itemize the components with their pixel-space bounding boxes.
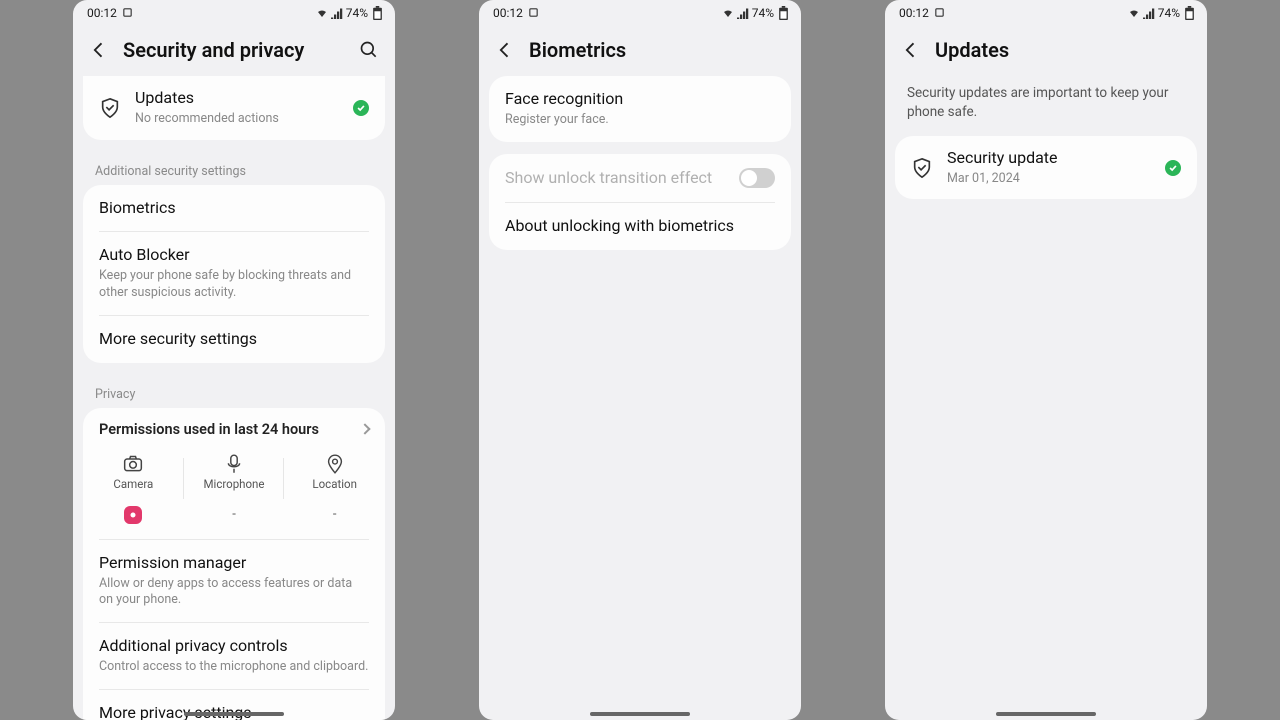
notification-icon <box>122 7 134 19</box>
additional-privacy-sub: Control access to the microphone and cli… <box>99 659 369 676</box>
page-title: Security and privacy <box>123 38 345 62</box>
search-button[interactable] <box>357 38 381 62</box>
signal-icon <box>737 7 749 19</box>
signal-icon <box>331 7 343 19</box>
auto-blocker-title: Auto Blocker <box>99 245 369 266</box>
wifi-icon <box>1128 7 1140 19</box>
biometrics-label: Biometrics <box>99 198 369 219</box>
page-title: Updates <box>935 38 1193 62</box>
permission-manager-sub: Allow or deny apps to access features or… <box>99 576 369 610</box>
security-card: Biometrics Auto Blocker Keep your phone … <box>83 185 385 363</box>
phone-updates: 00:12 74% Updates Security updates are i… <box>885 0 1207 720</box>
clock: 00:12 <box>899 6 929 20</box>
battery-text: 74% <box>346 6 368 20</box>
unlock-effect-label: Show unlock transition effect <box>505 168 712 189</box>
microphone-icon <box>184 454 285 474</box>
signal-icon <box>1143 7 1155 19</box>
perm-app-microphone: - <box>184 505 285 525</box>
biometrics-row[interactable]: Biometrics <box>83 185 385 232</box>
back-button[interactable] <box>899 38 923 62</box>
security-update-card: Security update Mar 01, 2024 <box>895 136 1197 200</box>
updates-row[interactable]: Updates No recommended actions <box>83 76 385 140</box>
shield-icon <box>911 157 933 179</box>
phone-security-privacy: 00:12 74% Security and privacy Updates N… <box>73 0 395 720</box>
auto-blocker-row[interactable]: Auto Blocker Keep your phone safe by blo… <box>83 232 385 315</box>
battery-icon <box>777 7 789 19</box>
battery-icon <box>371 7 383 19</box>
updates-sub: No recommended actions <box>135 111 339 128</box>
auto-blocker-sub: Keep your phone safe by blocking threats… <box>99 268 369 302</box>
unlock-effect-row: Show unlock transition effect <box>489 154 791 203</box>
status-bar: 00:12 74% <box>73 0 395 22</box>
back-button[interactable] <box>87 38 111 62</box>
header: Updates <box>885 22 1207 76</box>
status-bar: 00:12 74% <box>885 0 1207 22</box>
face-recognition-title: Face recognition <box>505 89 775 110</box>
perm-col-microphone[interactable]: Microphone - <box>184 454 285 525</box>
updates-card: Updates No recommended actions <box>83 76 385 140</box>
page-title: Biometrics <box>529 38 787 62</box>
updates-description: Security updates are important to keep y… <box>885 76 1207 136</box>
battery-text: 74% <box>752 6 774 20</box>
additional-privacy-title: Additional privacy controls <box>99 636 369 657</box>
status-bar: 00:12 74% <box>479 0 801 22</box>
face-recognition-sub: Register your face. <box>505 112 775 129</box>
phone-biometrics: 00:12 74% Biometrics Face recognition Re… <box>479 0 801 720</box>
perm-col-camera[interactable]: Camera <box>83 454 184 525</box>
back-button[interactable] <box>493 38 517 62</box>
chevron-right-icon <box>359 424 370 435</box>
permissions-header[interactable]: Permissions used in last 24 hours <box>83 408 385 446</box>
privacy-card: Permissions used in last 24 hours Camera… <box>83 408 385 720</box>
perm-app-location: - <box>284 505 385 525</box>
security-update-title: Security update <box>947 148 1151 169</box>
biometrics-options-card: Show unlock transition effect About unlo… <box>489 154 791 251</box>
perm-col-location[interactable]: Location - <box>284 454 385 525</box>
face-card: Face recognition Register your face. <box>489 76 791 142</box>
permission-manager-title: Permission manager <box>99 553 369 574</box>
app-icon <box>124 506 142 524</box>
battery-icon <box>1183 7 1195 19</box>
permission-manager-row[interactable]: Permission manager Allow or deny apps to… <box>83 540 385 623</box>
notification-icon <box>934 7 946 19</box>
battery-text: 74% <box>1158 6 1180 20</box>
notification-icon <box>528 7 540 19</box>
nav-handle[interactable] <box>590 712 690 716</box>
nav-handle[interactable] <box>184 712 284 716</box>
updates-title: Updates <box>135 88 339 109</box>
check-badge-icon <box>353 100 369 116</box>
header: Biometrics <box>479 22 801 76</box>
nav-handle[interactable] <box>996 712 1096 716</box>
camera-icon <box>83 454 184 474</box>
security-update-row[interactable]: Security update Mar 01, 2024 <box>895 136 1197 200</box>
about-biometrics-label: About unlocking with biometrics <box>505 216 775 237</box>
permissions-grid: Camera Microphone - Location - <box>83 446 385 539</box>
section-privacy: Privacy <box>73 375 395 408</box>
clock: 00:12 <box>493 6 523 20</box>
check-badge-icon <box>1165 160 1181 176</box>
about-biometrics-row[interactable]: About unlocking with biometrics <box>489 203 791 250</box>
perm-label-location: Location <box>284 477 385 491</box>
perm-label-microphone: Microphone <box>184 477 285 491</box>
permissions-header-title: Permissions used in last 24 hours <box>99 421 319 438</box>
face-recognition-row[interactable]: Face recognition Register your face. <box>489 76 791 142</box>
wifi-icon <box>722 7 734 19</box>
wifi-icon <box>316 7 328 19</box>
additional-privacy-row[interactable]: Additional privacy controls Control acce… <box>83 623 385 689</box>
security-update-date: Mar 01, 2024 <box>947 171 1151 188</box>
more-security-row[interactable]: More security settings <box>83 316 385 363</box>
perm-app-camera <box>83 505 184 525</box>
unlock-effect-toggle[interactable] <box>739 168 775 188</box>
location-icon <box>284 454 385 474</box>
section-additional-security: Additional security settings <box>73 152 395 185</box>
header: Security and privacy <box>73 22 395 76</box>
clock: 00:12 <box>87 6 117 20</box>
perm-label-camera: Camera <box>83 477 184 491</box>
shield-icon <box>99 97 121 119</box>
more-security-label: More security settings <box>99 329 369 350</box>
